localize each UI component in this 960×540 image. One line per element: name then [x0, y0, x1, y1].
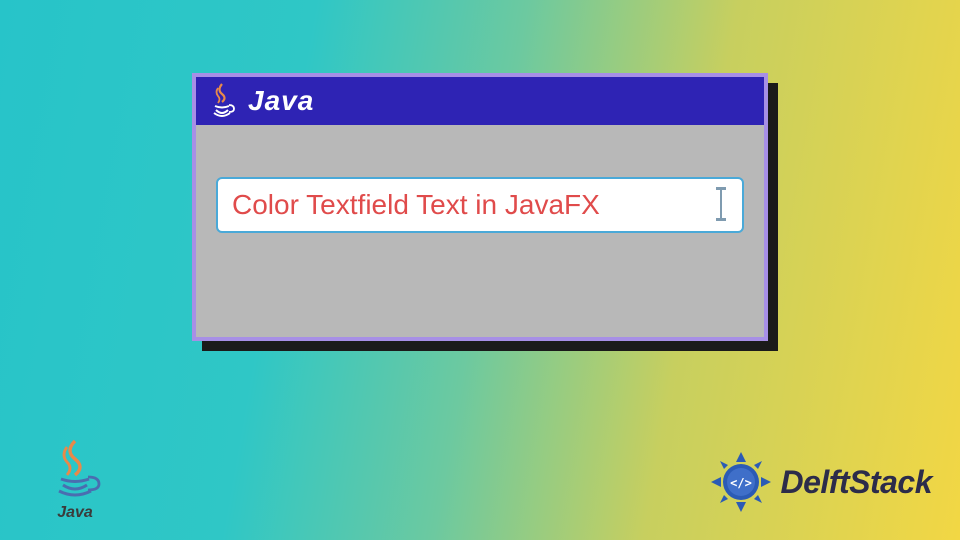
svg-text:</>: </>	[730, 476, 752, 490]
java-cup-icon	[45, 439, 105, 501]
java-logo: Java	[40, 439, 110, 522]
window-title: Java	[248, 85, 314, 117]
window-body	[196, 125, 764, 253]
java-logo-label: Java	[40, 504, 110, 522]
color-textfield[interactable]	[216, 177, 744, 233]
delftstack-logo: </> DelftStack	[709, 450, 933, 514]
app-window: Java	[192, 73, 768, 341]
delftstack-label: DelftStack	[781, 464, 933, 501]
java-icon	[206, 82, 238, 120]
app-window-container: Java	[192, 73, 768, 341]
delftstack-badge-icon: </>	[709, 450, 773, 514]
textfield-wrap	[216, 177, 744, 233]
titlebar[interactable]: Java	[196, 77, 764, 125]
